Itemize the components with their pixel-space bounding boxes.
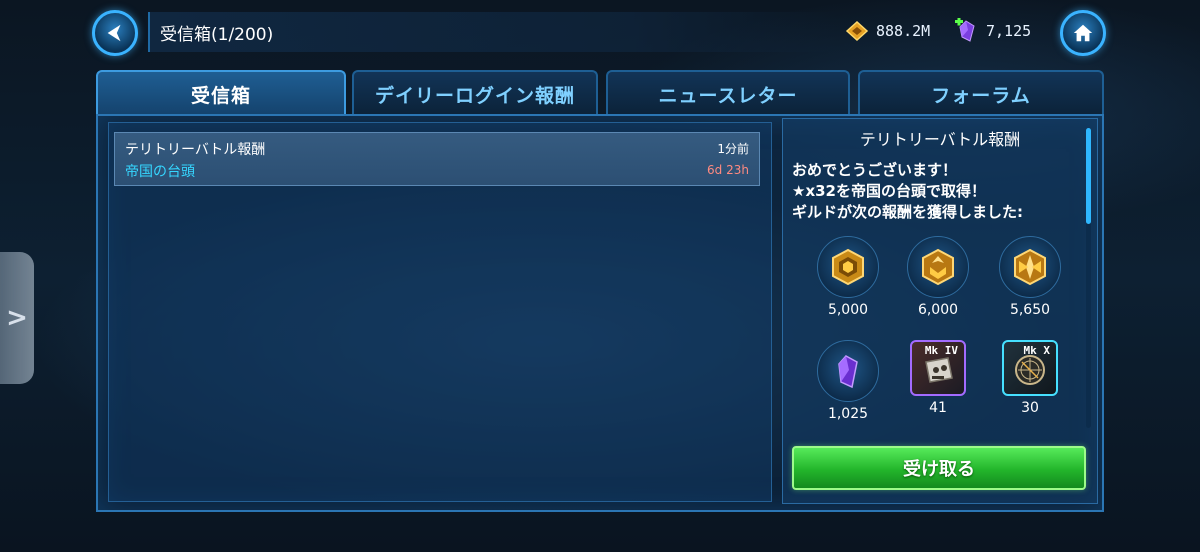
tab-forum[interactable]: フォーラム xyxy=(858,70,1104,116)
detail-line: おめでとうございます！ xyxy=(792,161,958,179)
reward-amount: 6,000 xyxy=(917,302,959,318)
home-icon xyxy=(1073,24,1093,42)
mail-title: テリトリーバトル報酬 xyxy=(125,142,266,158)
gold-currency: 888.2M xyxy=(844,14,930,48)
guild-event-token-icon xyxy=(922,248,954,286)
claim-button-label: 受け取る xyxy=(903,459,975,480)
gold-amount: 888.2M xyxy=(876,22,931,40)
detail-line: ギルドが次の報酬を獲得しました: xyxy=(792,203,1024,221)
reward-item[interactable]: Mk IV 41 xyxy=(894,340,982,434)
reward-amount: 5,650 xyxy=(1009,302,1051,318)
reward-grid: 5,000 6,000 5,650 1,025 Mk IV 41 Mk X 30 xyxy=(796,232,1084,428)
mail-list-item[interactable]: テリトリーバトル報酬 帝国の台頭 1分前 6d 23h xyxy=(114,132,760,186)
reward-item[interactable]: 6,000 xyxy=(894,236,982,330)
reward-amount: 5,000 xyxy=(827,302,869,318)
mail-subtitle: 帝国の台頭 xyxy=(125,164,195,180)
title-bar: 受信箱(1/200) xyxy=(148,12,838,52)
crystal-currency[interactable]: 7,125 xyxy=(954,14,1031,48)
reward-slot: Mk IV xyxy=(910,340,966,396)
tab-daily-login-reward[interactable]: デイリーログイン報酬 xyxy=(352,70,598,116)
detail-message: おめでとうございます！ ★x32を帝国の台頭で取得！ ギルドが次の報酬を獲得しま… xyxy=(792,160,1082,223)
gold-credits-icon xyxy=(845,20,869,42)
gear-tier-label: Mk X xyxy=(1023,344,1051,357)
crystal-icon xyxy=(838,355,858,389)
reward-item[interactable]: Mk X 30 xyxy=(986,340,1074,434)
crystal-icon xyxy=(955,18,975,42)
reward-amount: 30 xyxy=(1021,400,1039,416)
side-drawer-handle[interactable]: > xyxy=(0,252,34,384)
crystal-amount: 7,125 xyxy=(986,22,1032,40)
tab-bar: 受信箱 デイリーログイン報酬 ニュースレター フォーラム xyxy=(96,70,1104,116)
guild-token-icon xyxy=(832,248,864,286)
reward-slot xyxy=(907,236,969,298)
claim-button[interactable]: 受け取る xyxy=(792,446,1086,490)
reward-slot xyxy=(999,236,1061,298)
guild-event-token-mk2-icon xyxy=(1014,248,1046,286)
back-arrow-icon xyxy=(107,24,121,42)
reward-item[interactable]: 5,000 xyxy=(804,236,892,330)
mail-received-time: 1分前 xyxy=(717,142,749,156)
page-title: 受信箱(1/200) xyxy=(160,24,274,45)
reward-slot: Mk X xyxy=(1002,340,1058,396)
reward-item[interactable]: 5,650 xyxy=(986,236,1074,330)
reward-slot xyxy=(817,236,879,298)
reward-amount: 41 xyxy=(929,400,947,416)
scrollbar-thumb[interactable] xyxy=(1086,128,1091,224)
reward-amount: 1,025 xyxy=(827,406,869,422)
detail-line: ★x32を帝国の台頭で取得！ xyxy=(792,182,986,200)
back-button[interactable] xyxy=(92,10,138,56)
detail-scrollbar[interactable] xyxy=(1086,128,1091,428)
gear-tier-label: Mk IV xyxy=(924,344,958,357)
mail-expiry: 6d 23h xyxy=(707,163,749,177)
detail-title: テリトリーバトル報酬 xyxy=(859,130,1021,149)
home-button[interactable] xyxy=(1060,10,1106,56)
chevron-right-icon: > xyxy=(6,303,28,333)
reward-slot xyxy=(817,340,879,402)
tab-newsletter[interactable]: ニュースレター xyxy=(606,70,850,116)
reward-item[interactable]: 1,025 xyxy=(804,340,892,434)
tab-inbox[interactable]: 受信箱 xyxy=(96,70,346,116)
